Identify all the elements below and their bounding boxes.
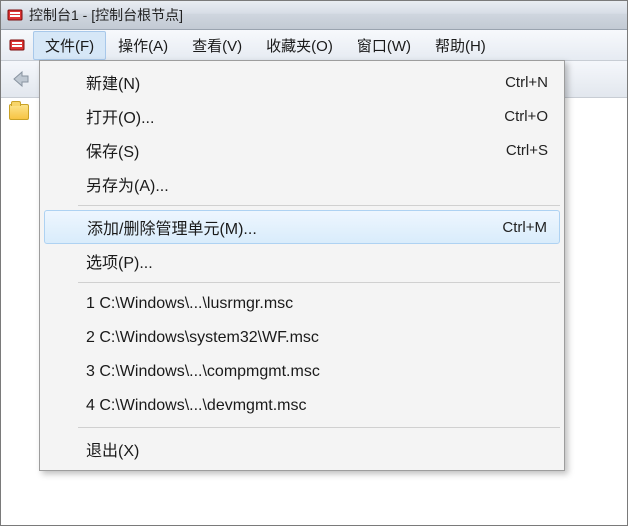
menu-item-add-remove-snapin[interactable]: 添加/删除管理单元(M)... Ctrl+M [44, 210, 560, 244]
menu-separator [78, 427, 560, 428]
file-menu-dropdown: 新建(N) Ctrl+N 打开(O)... Ctrl+O 保存(S) Ctrl+… [39, 60, 565, 471]
menu-item-recent-2[interactable]: 2 C:\Windows\system32\WF.msc [42, 321, 562, 355]
menu-file[interactable]: 文件(F) [33, 31, 106, 60]
menu-item-accel: Ctrl+M [502, 219, 547, 236]
menu-view[interactable]: 查看(V) [180, 31, 254, 60]
menu-separator [78, 282, 560, 283]
menu-item-accel: Ctrl+S [506, 142, 548, 159]
window-title: 控制台1 - [控制台根节点] [29, 5, 183, 25]
title-bar: 控制台1 - [控制台根节点] [1, 1, 627, 30]
menu-item-recent-3[interactable]: 3 C:\Windows\...\compmgmt.msc [42, 355, 562, 389]
menu-item-label: 保存(S) [86, 138, 482, 162]
menu-item-label: 添加/删除管理单元(M)... [87, 215, 478, 239]
menu-item-recent-4[interactable]: 4 C:\Windows\...\devmgmt.msc [42, 389, 562, 423]
menu-item-recent-1[interactable]: 1 C:\Windows\...\lusrmgr.msc [42, 287, 562, 321]
menu-item-label: 另存为(A)... [86, 172, 548, 196]
menu-item-new[interactable]: 新建(N) Ctrl+N [42, 65, 562, 99]
menu-bar: 文件(F) 操作(A) 查看(V) 收藏夹(O) 窗口(W) 帮助(H) [1, 30, 627, 61]
menu-item-label: 退出(X) [86, 437, 548, 461]
menu-item-label: 3 C:\Windows\...\compmgmt.msc [86, 363, 548, 381]
menu-window[interactable]: 窗口(W) [345, 31, 423, 60]
back-button[interactable] [7, 67, 35, 91]
menu-item-accel: Ctrl+N [505, 74, 548, 91]
menu-action[interactable]: 操作(A) [106, 31, 180, 60]
toolbar-app-icon [9, 37, 25, 53]
menu-item-accel: Ctrl+O [504, 108, 548, 125]
menu-item-open[interactable]: 打开(O)... Ctrl+O [42, 99, 562, 133]
menu-item-label: 打开(O)... [86, 104, 480, 128]
menu-item-label: 新建(N) [86, 70, 481, 94]
menu-help[interactable]: 帮助(H) [423, 31, 498, 60]
menu-item-label: 选项(P)... [86, 249, 548, 273]
menu-item-label: 2 C:\Windows\system32\WF.msc [86, 329, 548, 347]
folder-icon [9, 104, 29, 120]
menu-item-label: 4 C:\Windows\...\devmgmt.msc [86, 397, 548, 415]
menu-favorites[interactable]: 收藏夹(O) [254, 31, 345, 60]
menu-separator [78, 205, 560, 206]
menu-item-exit[interactable]: 退出(X) [42, 432, 562, 466]
menu-item-save[interactable]: 保存(S) Ctrl+S [42, 133, 562, 167]
mmc-window: 控制台1 - [控制台根节点] 文件(F) 操作(A) 查看(V) 收藏夹(O)… [0, 0, 628, 526]
menu-item-label: 1 C:\Windows\...\lusrmgr.msc [86, 295, 548, 313]
menu-item-saveas[interactable]: 另存为(A)... [42, 167, 562, 201]
menu-item-options[interactable]: 选项(P)... [42, 244, 562, 278]
app-icon [7, 7, 23, 23]
